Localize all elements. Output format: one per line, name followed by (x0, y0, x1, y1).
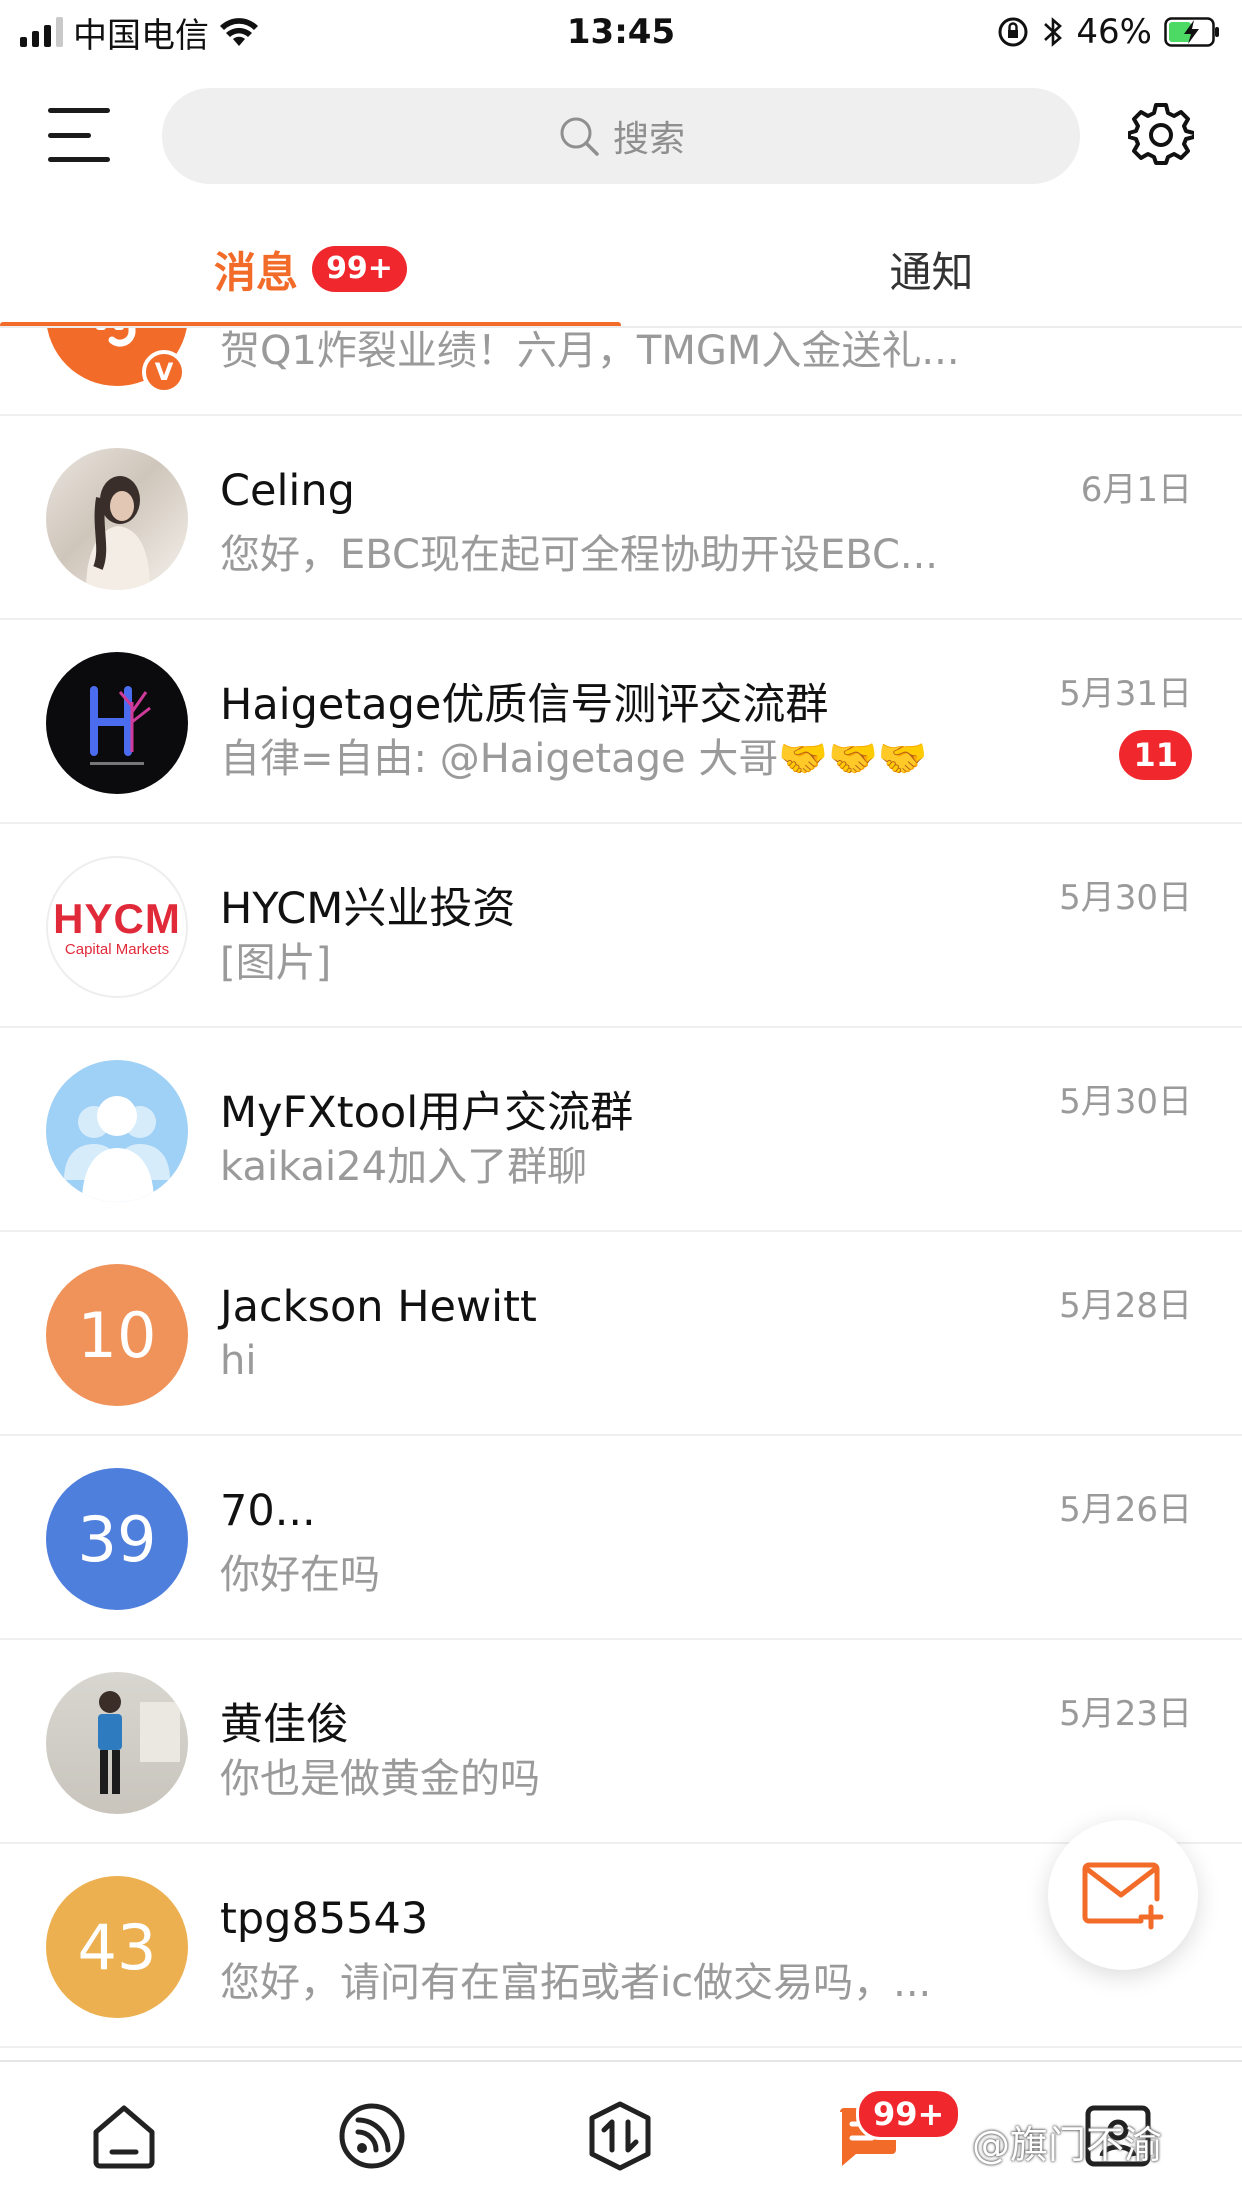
conversation-date: 5月28日 (1059, 1286, 1192, 1326)
nav-feed[interactable] (332, 2096, 412, 2176)
conversation-preview: hi (220, 1338, 257, 1384)
market-icon (589, 2101, 651, 2171)
conversation-date: 5月23日 (1059, 1694, 1192, 1734)
search-icon (560, 117, 599, 156)
avatar-number: 39 (77, 1502, 157, 1576)
avatar: 39 (46, 1468, 188, 1610)
home-icon (93, 2105, 155, 2169)
conversation-preview: 自律=自由: @Haigetage 大哥🤝🤝🤝 (220, 736, 928, 782)
search-placeholder: 搜索 (612, 119, 685, 160)
top-header: 搜索 (0, 70, 1242, 200)
conversation-row[interactable]: Haigetage优质信号测评交流群 自律=自由: @Haigetage 大哥🤝… (0, 620, 1242, 824)
compose-mail-icon (1082, 1862, 1164, 1930)
tab-messages[interactable]: 消息 99+ (0, 210, 621, 328)
conversation-preview: 你好在吗 (220, 1552, 380, 1598)
conversation-list[interactable]: V 贺Q1炸裂业绩！六月，TMGM入金送礼... Celing 您好，EBC现在… (0, 328, 1242, 2060)
bottom-nav: 99+ @旗门不渝 (0, 2060, 1242, 2208)
nav-messages-badge: 99+ (856, 2088, 962, 2140)
conversation-preview: 您好，EBC现在起可全程协助开设EBC... (220, 532, 939, 578)
status-right: 46% (996, 8, 1220, 56)
avatar: HYCM Capital Markets (46, 856, 188, 998)
avatar (46, 448, 188, 590)
conversation-name: Celing (220, 466, 355, 516)
menu-icon[interactable] (48, 108, 110, 162)
conversation-preview: [图片] (220, 940, 332, 986)
status-bar: 中国电信 13:45 46% (0, 0, 1242, 62)
search-bar[interactable]: 搜索 (162, 88, 1080, 184)
conversation-row[interactable]: HYCM Capital Markets HYCM兴业投资 [图片] 5月30日 (0, 824, 1242, 1028)
conversation-preview: 贺Q1炸裂业绩！六月，TMGM入金送礼... (220, 328, 960, 374)
group-logo-icon (90, 686, 151, 765)
conversation-name: tpg85543 (220, 1894, 429, 1944)
conversation-date: 5月30日 (1059, 1082, 1192, 1122)
conversation-preview: 你也是做黄金的吗 (220, 1756, 540, 1802)
conversation-date: 6月1日 (1080, 470, 1192, 510)
nav-home[interactable] (84, 2096, 164, 2176)
avatar-logo-subtext: Capital Markets (64, 940, 170, 958)
gear-icon[interactable] (1128, 102, 1194, 168)
conversation-row[interactable]: 39 70... 你好在吗 5月26日 (0, 1436, 1242, 1640)
orientation-lock-icon (998, 17, 1028, 47)
avatar (46, 1060, 188, 1202)
conversation-name: HYCM兴业投资 (220, 884, 516, 934)
conversation-date: 5月30日 (1059, 878, 1192, 918)
avatar-number: 43 (77, 1910, 157, 1984)
avatar-logo-text: HYCM (53, 894, 181, 942)
person-photo-icon (86, 476, 150, 590)
avatar (46, 652, 188, 794)
unread-badge: 11 (1119, 730, 1192, 780)
conversation-row[interactable]: MyFXtool用户交流群 kaikai24加入了群聊 5月30日 (0, 1028, 1242, 1232)
tab-notices-label: 通知 (889, 247, 974, 297)
conversation-name: Haigetage优质信号测评交流群 (220, 680, 829, 730)
conversation-row[interactable]: V 贺Q1炸裂业绩！六月，TMGM入金送礼... (0, 328, 1242, 416)
conversation-preview: 您好，请问有在富拓或者ic做交易吗，... (220, 1960, 932, 2006)
conversation-row[interactable]: Celing 您好，EBC现在起可全程协助开设EBC... 6月1日 (0, 416, 1242, 620)
message-tabs: 消息 99+ 通知 (0, 210, 1242, 328)
battery-percent: 46% (1076, 12, 1152, 52)
bluetooth-icon (1044, 17, 1063, 47)
person-photo-icon (98, 1691, 180, 1794)
tab-messages-label: 消息 (214, 247, 299, 297)
conversation-date: 5月26日 (1059, 1490, 1192, 1530)
conversation-name: Jackson Hewitt (220, 1282, 537, 1332)
avatar: 10 (46, 1264, 188, 1406)
conversation-row[interactable]: 黄佳俊 你也是做黄金的吗 5月23日 (0, 1640, 1242, 1844)
watermark-text: @旗门不渝 (972, 2123, 1163, 2167)
conversation-name: MyFXtool用户交流群 (220, 1088, 634, 1138)
tab-messages-badge: 99+ (312, 246, 407, 292)
tab-notices[interactable]: 通知 (621, 210, 1242, 328)
conversation-row[interactable]: 10 Jackson Hewitt hi 5月28日 (0, 1232, 1242, 1436)
conversation-name: 70... (220, 1486, 316, 1536)
conversation-date: 5月31日 (1059, 674, 1192, 714)
avatar: 43 (46, 1876, 188, 2018)
group-avatar-icon (64, 1096, 170, 1202)
avatar-number: 10 (77, 1298, 157, 1372)
avatar (46, 1672, 188, 1814)
conversation-name: 黄佳俊 (220, 1700, 349, 1750)
feed-icon (339, 2103, 405, 2169)
compose-button[interactable] (1048, 1820, 1198, 1970)
conversation-preview: kaikai24加入了群聊 (220, 1144, 588, 1190)
battery-charging-icon (1164, 17, 1219, 47)
verified-badge: V (142, 350, 186, 394)
nav-market[interactable] (580, 2096, 660, 2176)
